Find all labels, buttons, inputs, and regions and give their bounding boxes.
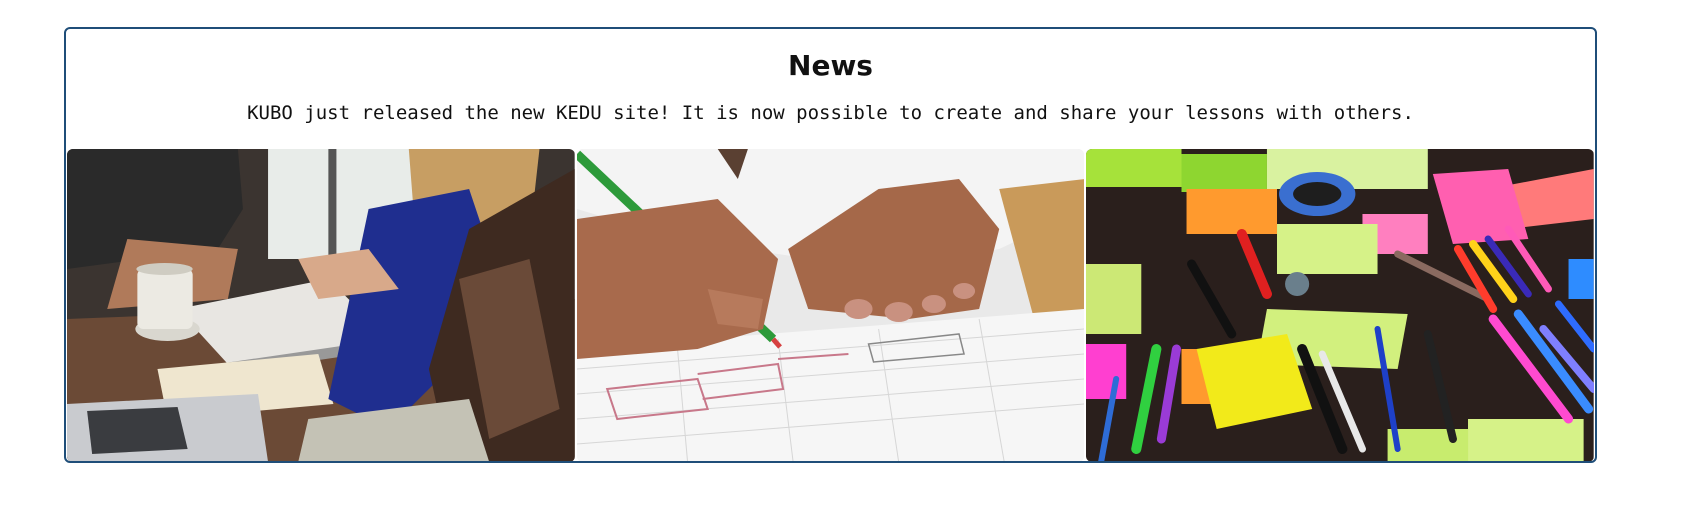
news-title: News <box>788 49 873 82</box>
news-card: News KUBO just released the new KEDU sit… <box>64 27 1597 463</box>
students-studying-photo <box>67 149 575 461</box>
news-description: KUBO just released the new KEDU site! It… <box>247 102 1414 124</box>
news-image-gallery <box>67 149 1595 461</box>
sticky-notes-markers-photo <box>1086 149 1595 461</box>
child-drawing-photo <box>576 149 1085 461</box>
